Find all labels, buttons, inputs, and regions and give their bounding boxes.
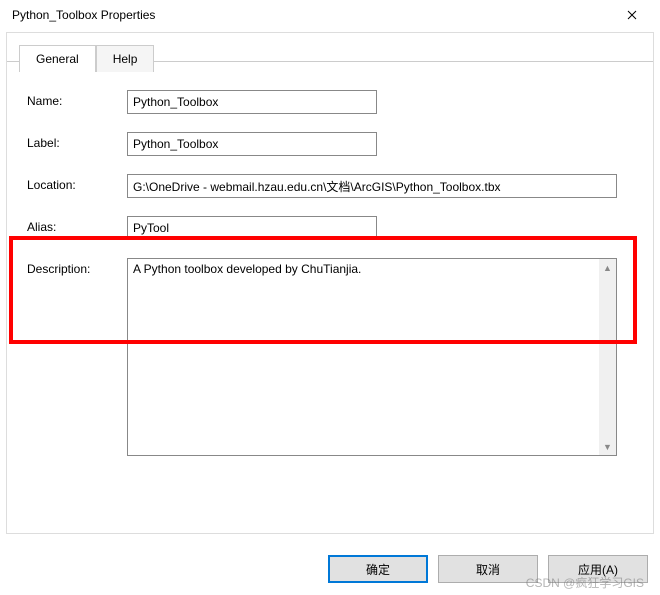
close-button[interactable] (612, 1, 652, 29)
tabs: General Help (19, 45, 643, 72)
window-title: Python_Toolbox Properties (12, 8, 155, 22)
location-input[interactable] (127, 174, 617, 198)
name-input[interactable] (127, 90, 377, 114)
scroll-up-icon[interactable]: ▲ (599, 259, 616, 276)
label-name: Name: (27, 90, 127, 108)
label-description: Description: (27, 258, 127, 276)
description-scrollbar[interactable]: ▲ ▼ (599, 259, 616, 455)
description-field-wrap: ▲ ▼ (127, 258, 617, 456)
label-input[interactable] (127, 132, 377, 156)
tab-general[interactable]: General (19, 45, 96, 72)
tab-help[interactable]: Help (96, 45, 155, 72)
row-label: Label: (27, 132, 635, 156)
alias-input[interactable] (127, 216, 377, 240)
label-label: Label: (27, 132, 127, 150)
ok-button[interactable]: 确定 (328, 555, 428, 583)
row-alias: Alias: (27, 216, 635, 240)
scroll-down-icon[interactable]: ▼ (599, 438, 616, 455)
row-location: Location: (27, 174, 635, 198)
button-row: 确定 取消 应用(A) (328, 555, 648, 583)
row-name: Name: (27, 90, 635, 114)
titlebar: Python_Toolbox Properties (0, 0, 660, 30)
row-description: Description: ▲ ▼ (27, 258, 635, 456)
dialog-body: General Help Name: Label: Location: Alia… (6, 32, 654, 534)
form-area: Name: Label: Location: Alias: Descriptio… (17, 72, 643, 456)
label-alias: Alias: (27, 216, 127, 234)
apply-button[interactable]: 应用(A) (548, 555, 648, 583)
label-location: Location: (27, 174, 127, 192)
close-icon (627, 10, 637, 20)
description-textarea[interactable] (128, 259, 599, 455)
cancel-button[interactable]: 取消 (438, 555, 538, 583)
